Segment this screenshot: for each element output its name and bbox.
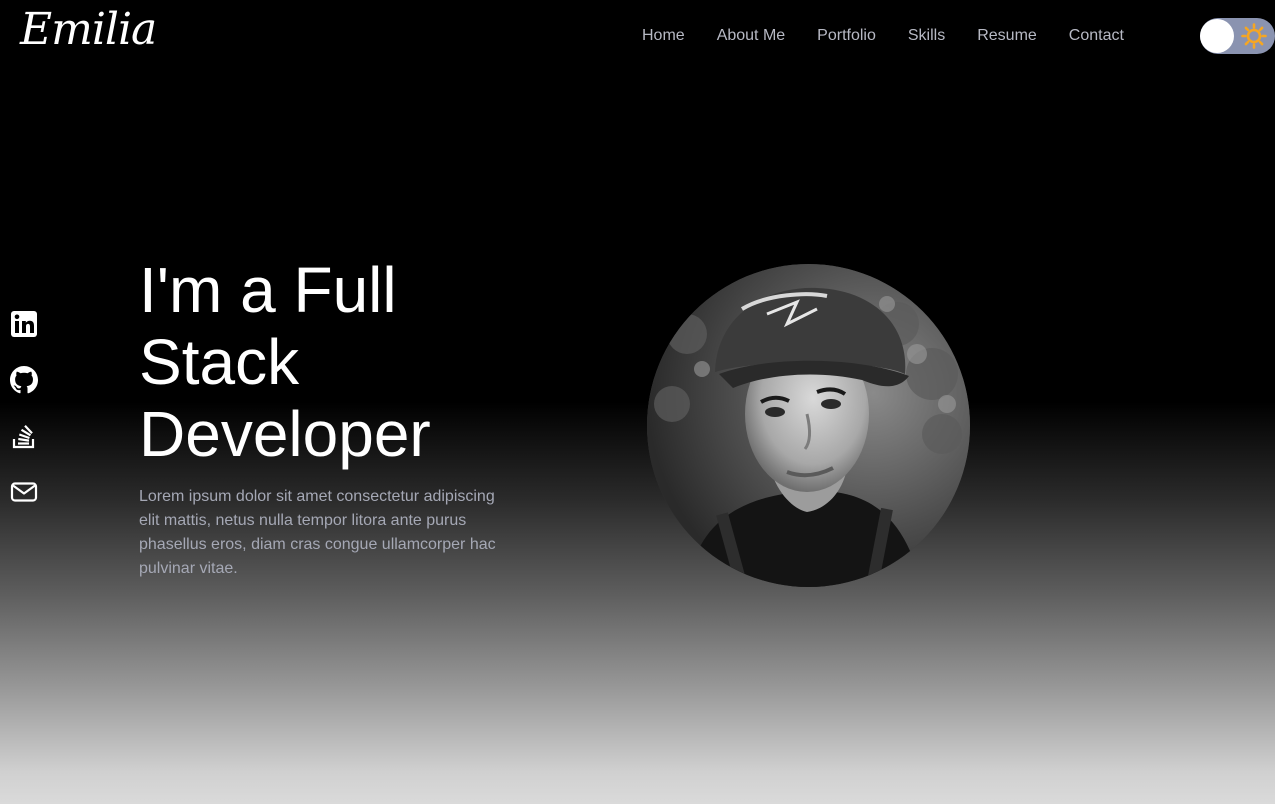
nav-resume[interactable]: Resume: [961, 24, 1053, 48]
nav-portfolio[interactable]: Portfolio: [801, 24, 892, 48]
email-link[interactable]: [10, 478, 38, 506]
linkedin-link[interactable]: [10, 310, 38, 338]
nav-skills[interactable]: Skills: [892, 24, 961, 48]
hero-title-line: Stack: [139, 326, 300, 398]
mail-icon: [10, 482, 38, 502]
linkedin-icon: [11, 311, 37, 337]
site-logo[interactable]: Emilia: [20, 0, 157, 60]
theme-toggle[interactable]: [1200, 18, 1275, 54]
main-nav: Home About Me Portfolio Skills Resume Co…: [626, 24, 1140, 48]
stack-overflow-icon: [12, 425, 35, 449]
hero-description: Lorem ipsum dolor sit amet consectetur a…: [139, 488, 496, 577]
social-links: [10, 310, 38, 534]
nav-contact[interactable]: Contact: [1053, 24, 1140, 48]
hero-title: I'm a Full Stack Developer: [139, 254, 559, 470]
nav-home[interactable]: Home: [626, 24, 701, 48]
hero-title-line: I'm a Full: [139, 254, 397, 326]
toggle-knob: [1200, 19, 1234, 53]
github-link[interactable]: [10, 366, 38, 394]
hero-title-line: Developer: [139, 398, 431, 470]
profile-photo: [647, 264, 970, 587]
sun-icon: [1241, 23, 1267, 49]
nav-about-me[interactable]: About Me: [701, 24, 801, 48]
github-icon: [10, 366, 38, 394]
stack-overflow-link[interactable]: [10, 422, 38, 450]
profile-photo-image: [647, 264, 970, 587]
